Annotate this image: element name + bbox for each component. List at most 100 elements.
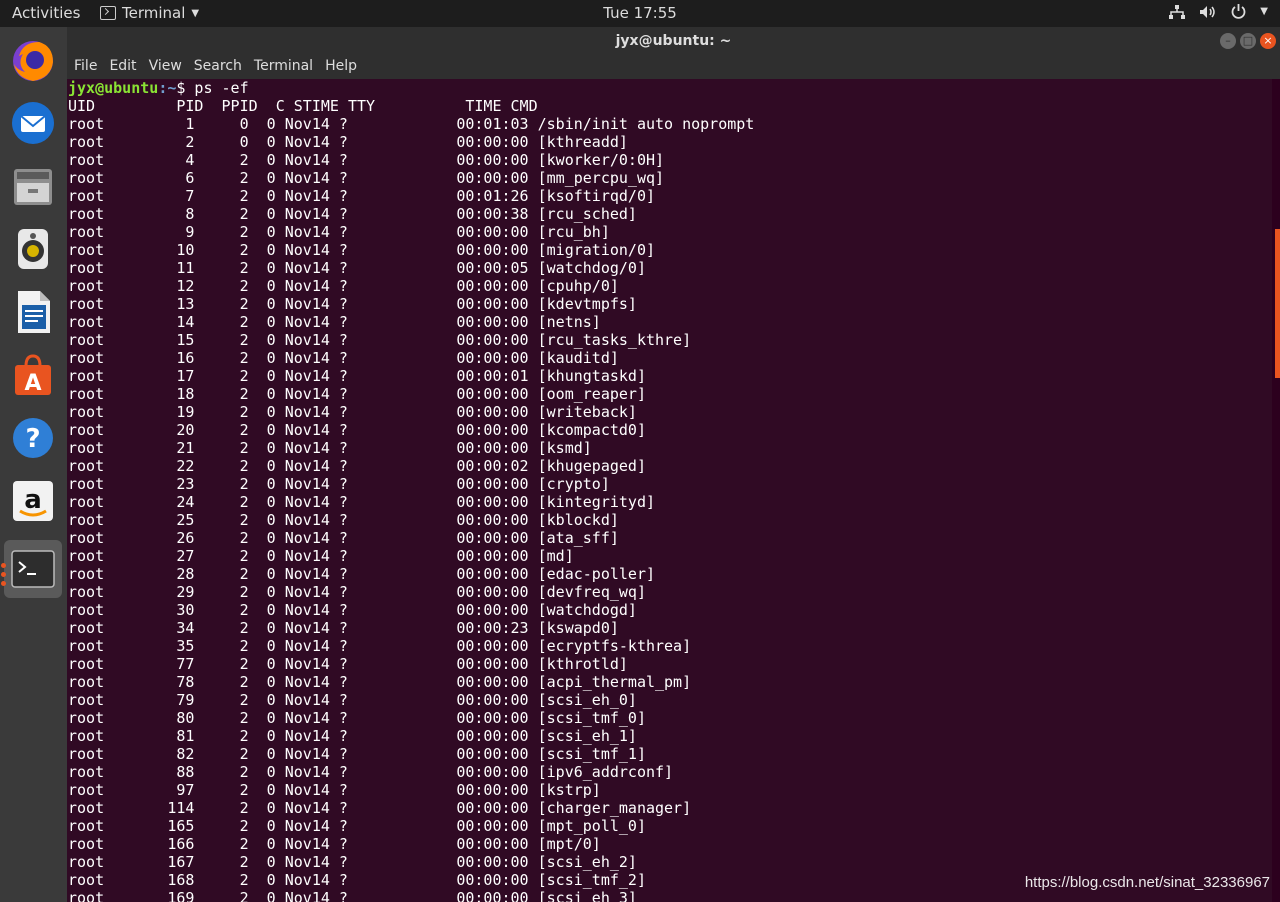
process-row: root 21 2 0 Nov14 ? 00:00:00 [ksmd] <box>68 439 592 457</box>
process-row: root 16 2 0 Nov14 ? 00:00:00 [kauditd] <box>68 349 619 367</box>
process-row: root 114 2 0 Nov14 ? 00:00:00 [charger_m… <box>68 799 692 817</box>
process-row: root 17 2 0 Nov14 ? 00:00:01 [khungtaskd… <box>68 367 646 385</box>
terminal-output[interactable]: jyx@ubuntu:~$ ps -ef UID PID PPID C STIM… <box>67 79 1272 902</box>
minimize-button[interactable]: – <box>1220 33 1236 49</box>
dock-item-amazon[interactable]: a <box>4 472 62 530</box>
running-indicator <box>1 572 6 577</box>
process-row: root 28 2 0 Nov14 ? 00:00:00 [edac-polle… <box>68 565 655 583</box>
help-icon: ? <box>13 418 53 458</box>
process-row: root 77 2 0 Nov14 ? 00:00:00 [kthrotld] <box>68 655 628 673</box>
process-row: root 1 0 0 Nov14 ? 00:01:03 /sbin/init a… <box>68 115 755 133</box>
process-row: root 165 2 0 Nov14 ? 00:00:00 [mpt_poll_… <box>68 817 646 835</box>
close-button[interactable]: × <box>1260 33 1276 49</box>
prompt-line: jyx@ubuntu:~$ ps -ef <box>68 79 249 97</box>
process-row: root 10 2 0 Nov14 ? 00:00:00 [migration/… <box>68 241 655 259</box>
watermark: https://blog.csdn.net/sinat_32336967 <box>1024 874 1270 891</box>
dock-item-terminal[interactable] <box>4 540 62 598</box>
process-row: root 18 2 0 Nov14 ? 00:00:00 [oom_reaper… <box>68 385 646 403</box>
menu-file[interactable]: File <box>67 57 102 79</box>
process-row: root 30 2 0 Nov14 ? 00:00:00 [watchdogd] <box>68 601 637 619</box>
process-row: root 78 2 0 Nov14 ? 00:00:00 [acpi_therm… <box>68 673 692 691</box>
maximize-button[interactable]: □ <box>1240 33 1256 49</box>
process-row: root 23 2 0 Nov14 ? 00:00:00 [crypto] <box>68 475 610 493</box>
chevron-down-icon: ▼ <box>191 7 200 19</box>
system-tray[interactable]: ▼ <box>1169 4 1268 19</box>
svg-text:a: a <box>24 485 42 515</box>
process-row: root 11 2 0 Nov14 ? 00:00:05 [watchdog/0… <box>68 259 646 277</box>
terminal-scrollbar[interactable] <box>1275 229 1280 378</box>
process-row: root 22 2 0 Nov14 ? 00:00:02 [khugepaged… <box>68 457 646 475</box>
software-icon: A <box>15 354 51 396</box>
volume-icon <box>1200 5 1216 18</box>
process-row: root 169 2 0 Nov14 ? 00:00:00 [scsi_eh_3… <box>68 889 637 902</box>
process-row: root 29 2 0 Nov14 ? 00:00:00 [devfreq_wq… <box>68 583 646 601</box>
command-text: $ ps -ef <box>176 79 249 97</box>
running-indicator <box>1 581 6 586</box>
svg-text:A: A <box>24 371 41 396</box>
process-row: root 4 2 0 Nov14 ? 00:00:00 [kworker/0:0… <box>68 151 665 169</box>
process-row: root 6 2 0 Nov14 ? 00:00:00 [mm_percpu_w… <box>68 169 665 187</box>
power-icon <box>1231 4 1246 19</box>
writer-icon <box>18 291 50 333</box>
process-row: root 24 2 0 Nov14 ? 00:00:00 [kintegrity… <box>68 493 655 511</box>
app-menu[interactable]: Terminal ▼ <box>100 4 199 22</box>
process-row: root 2 0 0 Nov14 ? 00:00:00 [kthreadd] <box>68 133 628 151</box>
dock: A ? a <box>0 27 67 902</box>
prompt-user: jyx@ubuntu <box>68 79 159 97</box>
process-row: root 80 2 0 Nov14 ? 00:00:00 [scsi_tmf_0… <box>68 709 646 727</box>
process-row: root 25 2 0 Nov14 ? 00:00:00 [kblockd] <box>68 511 619 529</box>
dock-item-help[interactable]: ? <box>4 409 62 467</box>
firefox-icon <box>13 41 53 81</box>
dock-item-firefox[interactable] <box>4 31 62 89</box>
menu-terminal[interactable]: Terminal <box>247 57 318 79</box>
process-row: root 27 2 0 Nov14 ? 00:00:00 [md] <box>68 547 574 565</box>
terminal-small-icon <box>100 6 116 20</box>
process-row: root 167 2 0 Nov14 ? 00:00:00 [scsi_eh_2… <box>68 853 637 871</box>
activities-button[interactable]: Activities <box>12 4 80 22</box>
network-icon <box>1169 4 1186 19</box>
window-titlebar[interactable]: jyx@ubuntu: ~ – □ × <box>67 27 1280 57</box>
process-row: root 88 2 0 Nov14 ? 00:00:00 [ipv6_addrc… <box>68 763 674 781</box>
ps-header: UID PID PPID C STIME TTY TIME CMD <box>68 97 538 115</box>
process-row: root 15 2 0 Nov14 ? 00:00:00 [rcu_tasks_… <box>68 331 692 349</box>
process-row: root 13 2 0 Nov14 ? 00:00:00 [kdevtmpfs] <box>68 295 637 313</box>
menu-bar: File Edit View Search Terminal Help <box>67 57 1280 79</box>
running-indicator <box>1 563 6 568</box>
process-row: root 79 2 0 Nov14 ? 00:00:00 [scsi_eh_0] <box>68 691 637 709</box>
prompt-path: :~ <box>158 79 177 97</box>
top-bar: Activities Terminal ▼ Tue 17:55 ▼ <box>0 0 1280 27</box>
process-row: root 12 2 0 Nov14 ? 00:00:00 [cpuhp/0] <box>68 277 619 295</box>
chevron-down-icon: ▼ <box>1260 6 1268 17</box>
process-row: root 20 2 0 Nov14 ? 00:00:00 [kcompactd0… <box>68 421 646 439</box>
thunderbird-icon <box>12 102 54 144</box>
app-menu-label: Terminal <box>122 4 186 22</box>
process-row: root 8 2 0 Nov14 ? 00:00:38 [rcu_sched] <box>68 205 637 223</box>
menu-help[interactable]: Help <box>318 57 362 79</box>
rhythmbox-icon <box>18 229 48 269</box>
process-row: root 81 2 0 Nov14 ? 00:00:00 [scsi_eh_1] <box>68 727 637 745</box>
dock-item-rhythmbox[interactable] <box>4 220 62 278</box>
process-row: root 168 2 0 Nov14 ? 00:00:00 [scsi_tmf_… <box>68 871 646 889</box>
process-row: root 35 2 0 Nov14 ? 00:00:00 [ecryptfs-k… <box>68 637 692 655</box>
ps-rows: root 1 0 0 Nov14 ? 00:01:03 /sbin/init a… <box>68 115 754 902</box>
dock-item-thunderbird[interactable] <box>4 94 62 152</box>
window-title: jyx@ubuntu: ~ <box>615 33 732 49</box>
process-row: root 26 2 0 Nov14 ? 00:00:00 [ata_sff] <box>68 529 619 547</box>
process-row: root 19 2 0 Nov14 ? 00:00:00 [writeback] <box>68 403 637 421</box>
process-row: root 7 2 0 Nov14 ? 00:01:26 [ksoftirqd/0… <box>68 187 655 205</box>
files-icon <box>14 169 52 205</box>
svg-text:?: ? <box>25 424 40 454</box>
terminal-icon <box>11 550 55 588</box>
amazon-icon: a <box>13 481 53 521</box>
dock-item-files[interactable] <box>4 157 62 215</box>
menu-view[interactable]: View <box>142 57 187 79</box>
process-row: root 9 2 0 Nov14 ? 00:00:00 [rcu_bh] <box>68 223 610 241</box>
process-row: root 34 2 0 Nov14 ? 00:00:23 [kswapd0] <box>68 619 619 637</box>
process-row: root 166 2 0 Nov14 ? 00:00:00 [mpt/0] <box>68 835 601 853</box>
dock-item-software[interactable]: A <box>4 346 62 404</box>
process-row: root 82 2 0 Nov14 ? 00:00:00 [scsi_tmf_1… <box>68 745 646 763</box>
menu-search[interactable]: Search <box>187 57 247 79</box>
process-row: root 97 2 0 Nov14 ? 00:00:00 [kstrp] <box>68 781 601 799</box>
dock-item-writer[interactable] <box>4 283 62 341</box>
menu-edit[interactable]: Edit <box>102 57 141 79</box>
